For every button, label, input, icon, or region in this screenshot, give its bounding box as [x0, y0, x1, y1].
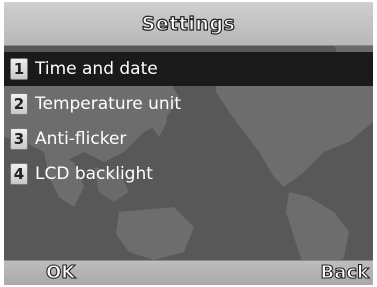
menu-item-temperature-unit[interactable]: 2 Temperature unit: [4, 87, 373, 121]
page-title: Settings: [141, 12, 236, 35]
menu-item-lcd-backlight[interactable]: 4 LCD backlight: [4, 157, 373, 191]
menu-item-number: 3: [10, 128, 28, 150]
menu-item-label: Anti-flicker: [35, 129, 127, 149]
settings-menu: 1 Time and date 2 Temperature unit 3 Ant…: [4, 52, 373, 192]
menu-item-label: LCD backlight: [35, 164, 153, 184]
menu-item-number: 1: [10, 58, 28, 80]
menu-item-number: 2: [10, 93, 28, 115]
back-softkey[interactable]: Back: [320, 261, 370, 283]
title-bar: Settings: [4, 2, 373, 46]
ok-softkey[interactable]: OK: [45, 261, 75, 283]
softkey-bar: OK Back: [4, 260, 373, 285]
device-screen: Settings 1 Time and date 2 Temperature u…: [4, 2, 373, 285]
menu-item-anti-flicker[interactable]: 3 Anti-flicker: [4, 122, 373, 156]
menu-item-label: Temperature unit: [35, 94, 182, 114]
menu-item-number: 4: [10, 163, 28, 185]
menu-item-label: Time and date: [35, 59, 158, 79]
menu-item-time-and-date[interactable]: 1 Time and date: [4, 52, 373, 86]
